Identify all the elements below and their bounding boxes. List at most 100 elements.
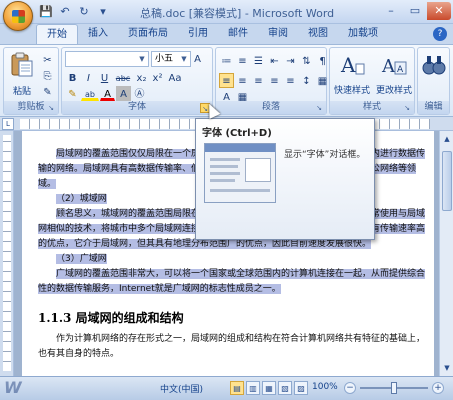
cut-icon[interactable]: ✂ <box>40 52 55 67</box>
font-name-select[interactable]: ▼ <box>65 51 149 67</box>
scroll-down-icon[interactable]: ▼ <box>441 362 453 374</box>
vertical-ruler <box>0 131 14 376</box>
vertical-scrollbar[interactable]: ▲ ▼ <box>439 131 453 376</box>
quick-styles-button[interactable]: A 快速样式 <box>332 50 372 96</box>
change-case-button[interactable]: Aa <box>166 70 184 85</box>
tab-review[interactable]: 审阅 <box>258 24 298 44</box>
paragraph-launcher-icon[interactable]: ↘ <box>314 103 324 113</box>
format-painter-icon[interactable]: ✎ <box>40 84 55 99</box>
bold-button[interactable]: B <box>65 70 80 85</box>
quick-styles-icon: A <box>340 53 365 77</box>
subscript-button[interactable]: x₂ <box>134 70 149 85</box>
office-button[interactable] <box>3 1 33 31</box>
tooltip-title: 字体 (Ctrl+D) <box>202 128 272 139</box>
clipboard-group: 粘贴 ✂ ⎘ ✎ 剪贴板 ↘ <box>3 47 59 115</box>
copy-icon[interactable]: ⎘ <box>40 68 55 83</box>
justify-button[interactable]: ≡ <box>267 73 282 88</box>
save-icon[interactable]: 💾 <box>38 4 54 19</box>
styles-launcher-icon[interactable]: ↘ <box>402 103 412 113</box>
align-left-button[interactable]: ≡ <box>219 73 234 88</box>
multilevel-list-button[interactable]: ☰ <box>251 53 266 68</box>
highlight-icon[interactable]: ✎ <box>65 86 80 101</box>
paste-icon <box>11 52 33 77</box>
grow-font-icon[interactable]: A <box>193 51 202 66</box>
tab-selector-icon[interactable]: L <box>2 118 14 130</box>
increase-indent-button[interactable]: ⇥ <box>283 53 298 68</box>
window-controls: – ▭ ✕ <box>379 2 451 20</box>
preview-line <box>210 189 270 192</box>
distribute-button[interactable]: ≡ <box>283 73 298 88</box>
font-group: ▼ 小五 ▼ A B I U abc x₂ x² Aa ✎ ab A A Ⓐ 字体… <box>61 47 213 115</box>
language-indicator[interactable]: 中文(中国) <box>160 382 203 395</box>
shading-button[interactable]: ▦ <box>315 73 330 88</box>
editing-button[interactable] <box>420 51 448 82</box>
vertical-ruler-scale <box>3 135 11 371</box>
change-styles-button[interactable]: A A 更改样式 <box>374 50 414 96</box>
selected-text: 广域网的覆盖范围非常大，可以将一个国家或全球范围内的计算机连接在一起，从而提供综… <box>38 269 426 294</box>
underline-button[interactable]: U <box>97 70 112 85</box>
svg-text:A: A <box>340 53 356 77</box>
font-tooltip: 字体 (Ctrl+D) 显示“字体”对话框。 <box>195 118 375 240</box>
web-layout-view-icon[interactable]: ▦ <box>262 381 276 395</box>
full-screen-reading-view-icon[interactable]: ▥ <box>246 381 260 395</box>
line-spacing-button[interactable]: ↕ <box>299 73 314 88</box>
preview-line <box>210 165 238 168</box>
preview-titlebar <box>205 144 275 152</box>
chevron-down-icon: ▼ <box>181 55 187 63</box>
decrease-indent-button[interactable]: ⇤ <box>267 53 282 68</box>
font-grow-shrink: A <box>193 51 202 66</box>
tab-references[interactable]: 引用 <box>178 24 218 44</box>
align-right-button[interactable]: ≡ <box>251 73 266 88</box>
preview-line <box>210 158 240 161</box>
font-size-value: 小五 <box>155 54 174 64</box>
tab-page-layout[interactable]: 页面布局 <box>118 24 178 44</box>
paragraph-4[interactable]: 作为计算机网络的存在形式之一，局域网的组成和结构在符合计算机网络共有特征的基础上… <box>38 332 430 362</box>
numbering-button[interactable]: ≡ <box>235 53 250 68</box>
zoom-in-button[interactable]: + <box>432 382 444 394</box>
scroll-thumb[interactable] <box>442 151 452 211</box>
window-title: 总稿.doc [兼容模式] - Microsoft Word <box>140 7 335 20</box>
paste-button[interactable]: 粘贴 <box>8 51 36 97</box>
tab-mailings[interactable]: 邮件 <box>218 24 258 44</box>
paragraph-group-label: 段落 <box>216 101 326 114</box>
font-color-button[interactable]: A <box>100 86 115 101</box>
sort-button[interactable]: ⇅ <box>299 53 314 68</box>
redo-icon[interactable]: ↻ <box>76 4 92 19</box>
draft-view-icon[interactable]: ▨ <box>294 381 308 395</box>
undo-icon[interactable]: ↶ <box>57 4 73 19</box>
help-icon[interactable]: ? <box>433 27 447 41</box>
outline-view-icon[interactable]: ▧ <box>278 381 292 395</box>
bullets-button[interactable]: ≔ <box>219 53 234 68</box>
text-highlight-button[interactable]: ab <box>81 86 99 101</box>
font-dialog-preview-icon <box>204 143 276 203</box>
chevron-down-icon: ▼ <box>139 55 145 63</box>
tooltip-description: 显示“字体”对话框。 <box>284 150 366 160</box>
preview-box <box>245 158 271 182</box>
section-heading[interactable]: 1.1.3 局域网的组成和结构 <box>38 309 184 326</box>
scroll-up-icon[interactable]: ▲ <box>441 133 453 145</box>
close-button[interactable]: ✕ <box>427 2 451 20</box>
clipboard-launcher-icon[interactable]: ↘ <box>46 103 56 113</box>
maximize-button[interactable]: ▭ <box>403 2 427 20</box>
zoom-out-button[interactable]: − <box>344 382 356 394</box>
strikethrough-button[interactable]: abc <box>113 70 133 85</box>
superscript-button[interactable]: x² <box>150 70 165 85</box>
dropdown-icon[interactable]: ▾ <box>95 4 111 19</box>
minimize-button[interactable]: – <box>379 2 403 20</box>
tab-home[interactable]: 开始 <box>36 24 78 44</box>
font-size-select[interactable]: 小五 ▼ <box>151 51 191 67</box>
enclose-characters-button[interactable]: Ⓐ <box>132 86 147 101</box>
tab-insert[interactable]: 插入 <box>78 24 118 44</box>
align-center-button[interactable]: ≡ <box>235 73 250 88</box>
character-shading-button[interactable]: A <box>116 86 131 101</box>
tab-add-ins[interactable]: 加载项 <box>338 24 388 44</box>
paragraph-3[interactable]: 广域网的覆盖范围非常大，可以将一个国家或全球范围内的计算机连接在一起，从而提供综… <box>38 267 430 297</box>
tab-view[interactable]: 视图 <box>298 24 338 44</box>
list-item-3[interactable]: （3）广域网 <box>38 252 430 267</box>
zoom-level[interactable]: 100% <box>312 382 338 392</box>
svg-text:A: A <box>381 56 396 77</box>
print-layout-view-icon[interactable]: ▤ <box>230 381 244 395</box>
show-marks-button[interactable]: ¶ <box>315 53 330 68</box>
italic-button[interactable]: I <box>81 70 96 85</box>
zoom-slider-handle[interactable] <box>391 382 397 394</box>
